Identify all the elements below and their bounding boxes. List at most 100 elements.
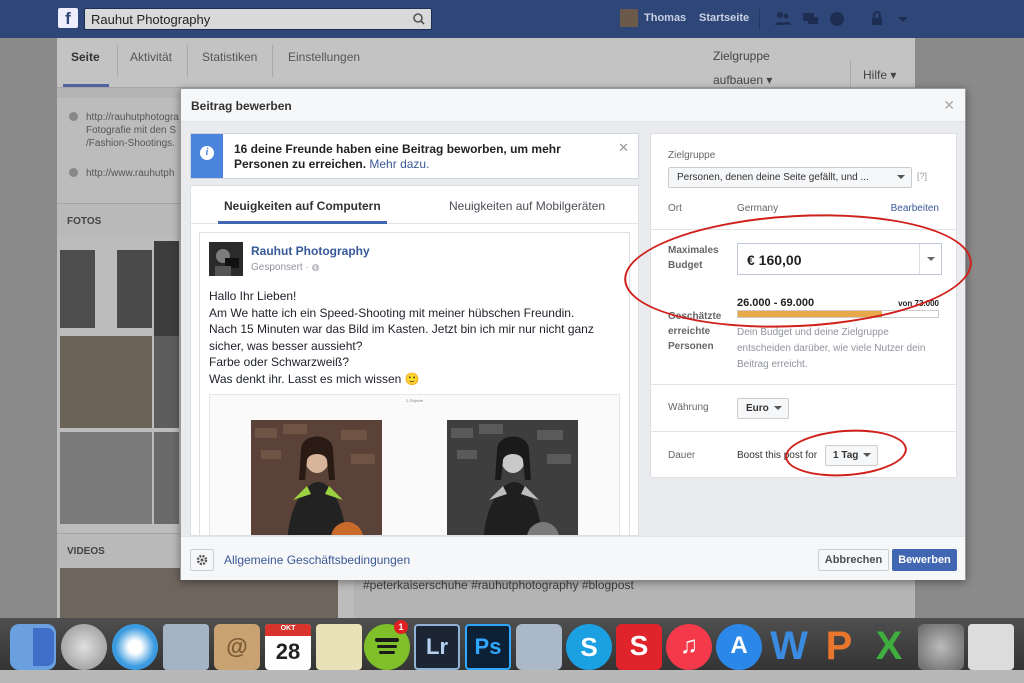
photo-thumbnail[interactable] xyxy=(154,241,179,339)
website-icon xyxy=(69,168,78,177)
notification-badge: 1 xyxy=(394,620,408,634)
promote-post-dialog: Beitrag bewerben ✕ i 16 deine Freunde ha… xyxy=(180,88,966,580)
divider xyxy=(651,431,956,432)
search-input-value: Rauhut Photography xyxy=(91,12,211,27)
excel-icon[interactable]: X xyxy=(866,624,912,670)
profile-link[interactable]: Thomas xyxy=(644,12,686,24)
location-label: Ort xyxy=(668,203,682,214)
audience-select-value: Personen, denen deine Seite gefällt, und… xyxy=(677,172,869,183)
photo-thumbnail[interactable] xyxy=(60,250,95,328)
word-icon[interactable]: W xyxy=(766,624,812,670)
notifications-globe-icon[interactable] xyxy=(827,9,847,29)
currency-select[interactable]: Euro xyxy=(737,398,789,419)
tab-aktivitaet[interactable]: Aktivität xyxy=(130,50,172,64)
about-website-link-2[interactable]: http://www.rauhutph xyxy=(86,167,174,180)
finder-icon[interactable] xyxy=(10,624,56,670)
cancel-button[interactable]: Abbrechen xyxy=(818,549,889,571)
edit-location-link[interactable]: Bearbeiten xyxy=(891,203,939,214)
terms-link[interactable]: Allgemeine Geschäftsbedingungen xyxy=(224,553,410,567)
skype-icon[interactable]: S xyxy=(566,624,612,670)
calendar-icon[interactable]: OKT 28 xyxy=(265,624,311,670)
post-photo-color[interactable] xyxy=(251,420,382,535)
post-preview: Neuigkeiten auf Computern Neuigkeiten au… xyxy=(190,185,639,536)
home-link[interactable]: Startseite xyxy=(699,12,749,24)
about-website-link[interactable]: http://rauhutphotogra Fotografie mit den… xyxy=(86,111,179,150)
powerpoint-icon[interactable]: P xyxy=(816,624,862,670)
lightroom-icon[interactable]: Lr xyxy=(414,624,460,670)
build-audience-menu[interactable]: Zielgruppe aufbauen ▾ xyxy=(713,44,772,92)
photoshop-label: Ps xyxy=(474,634,502,659)
tab-statistiken[interactable]: Statistiken xyxy=(202,50,257,64)
spotify-icon[interactable]: 1 xyxy=(364,620,410,670)
facebook-logo-icon[interactable]: f xyxy=(58,8,78,28)
sponsored-text: Gesponsert · xyxy=(251,262,309,273)
post-text: Hallo Ihr Lieben! Am We hatte ich ein Sp… xyxy=(209,288,619,387)
tab-einstellungen[interactable]: Einstellungen xyxy=(288,50,360,64)
photos-count: 2 Objekte xyxy=(405,398,424,403)
photo-thumbnail[interactable] xyxy=(60,336,152,428)
preview-app-icon[interactable] xyxy=(516,624,562,670)
about-icon xyxy=(69,112,78,121)
tab-divider xyxy=(187,45,188,77)
reach-label-line: Personen xyxy=(668,341,714,352)
calendar-day: 28 xyxy=(275,639,301,664)
speedtest-s-icon[interactable]: S xyxy=(616,624,662,670)
photographer-image xyxy=(209,242,243,276)
gear-glyph xyxy=(196,554,208,566)
photoshop-icon[interactable]: Ps xyxy=(465,624,511,670)
system-preferences-gear-icon[interactable] xyxy=(918,624,964,670)
launchpad-rocket-icon[interactable] xyxy=(61,624,107,670)
tab-seite[interactable]: Seite xyxy=(71,50,100,64)
settings-dropdown-icon[interactable] xyxy=(893,9,913,29)
duration-label: Dauer xyxy=(668,450,696,461)
learn-more-link[interactable]: Mehr dazu. xyxy=(369,157,429,171)
tab-desktop-feed[interactable]: Neuigkeiten auf Computern xyxy=(224,199,381,213)
safari-compass-icon[interactable] xyxy=(112,624,158,670)
reminders-icon[interactable] xyxy=(316,624,362,670)
help-menu[interactable]: Hilfe ▾ xyxy=(863,68,896,82)
facebook-top-bar: f Rauhut Photography Thomas Startseite xyxy=(0,0,1024,38)
info-notice: i 16 deine Freunde haben eine Beitrag be… xyxy=(190,133,639,179)
help-link[interactable]: [?] xyxy=(917,171,927,181)
post-photo-bw[interactable] xyxy=(447,420,578,535)
dialog-title: Beitrag bewerben xyxy=(191,99,292,113)
post-line: Farbe oder Schwarzweiß? xyxy=(209,355,350,369)
messages-icon[interactable] xyxy=(800,9,820,29)
app-store-icon[interactable]: A xyxy=(716,624,762,670)
tab-mobile-feed[interactable]: Neuigkeiten auf Mobilgeräten xyxy=(449,199,605,213)
post-hashtags[interactable]: #peterkaiserschuhe #rauhutphotography #b… xyxy=(363,578,634,592)
avatar[interactable] xyxy=(620,9,638,27)
gear-icon[interactable] xyxy=(190,549,214,571)
mail-stamp-icon[interactable] xyxy=(163,624,209,670)
photo-thumbnail[interactable] xyxy=(154,336,179,428)
dismiss-notice-icon[interactable]: ✕ xyxy=(618,140,629,156)
dialog-header: Beitrag bewerben ✕ xyxy=(181,89,965,122)
search-input[interactable]: Rauhut Photography xyxy=(84,8,432,30)
promote-button[interactable]: Bewerben xyxy=(892,549,957,571)
post-photo-album[interactable]: 2 Objekte xyxy=(209,394,620,535)
active-tab-indicator xyxy=(63,84,109,87)
globe-icon: ◍ xyxy=(311,262,320,272)
contacts-icon[interactable]: @ xyxy=(214,624,260,670)
about-line: Fotografie mit den S xyxy=(86,125,177,136)
post-page-name[interactable]: Rauhut Photography xyxy=(251,244,370,258)
dialog-footer: Allgemeine Geschäftsbedingungen Abbreche… xyxy=(181,536,965,580)
word-letter: W xyxy=(770,624,808,668)
location-value: Germany xyxy=(737,203,779,214)
post-line: Hallo Ihr Lieben! xyxy=(209,289,297,303)
photo-thumbnail[interactable] xyxy=(154,432,179,524)
tab-divider xyxy=(117,45,118,77)
privacy-lock-icon[interactable] xyxy=(868,9,888,29)
close-icon[interactable]: ✕ xyxy=(943,97,955,114)
photo-thumbnail[interactable] xyxy=(117,250,152,328)
excel-letter: X xyxy=(875,624,903,668)
photo-thumbnail[interactable] xyxy=(60,432,152,524)
search-icon[interactable] xyxy=(411,11,427,27)
lightroom-label: Lr xyxy=(426,634,448,659)
utilities-scissors-icon[interactable] xyxy=(968,624,1014,670)
friend-requests-icon[interactable] xyxy=(773,9,793,29)
page-avatar[interactable] xyxy=(209,242,243,276)
sponsored-label: Gesponsert · ◍ xyxy=(251,262,319,273)
audience-select[interactable]: Personen, denen deine Seite gefällt, und… xyxy=(668,167,912,188)
itunes-music-icon[interactable]: ♫ xyxy=(666,624,712,670)
